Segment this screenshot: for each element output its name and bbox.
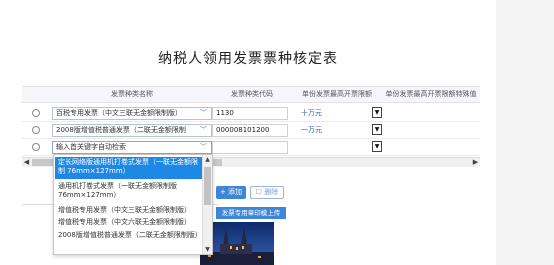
- invoice-type-value: 2008版增值税普通发票（二联无金额限制: [56, 126, 186, 134]
- chevron-down-icon: ﹀: [200, 126, 207, 134]
- scroll-left-icon[interactable]: ◀: [22, 158, 31, 167]
- header-code: 发票种类代码: [231, 90, 273, 98]
- dropdown-option[interactable]: 增值税专用发票（中文三联无金额限制版）: [55, 205, 203, 216]
- chevron-down-icon: ﹀: [200, 143, 207, 151]
- form-page: 纳税人领用发票票种核定表 发票种类名称 发票种类代码 单份发票最高开票限额 单份…: [0, 0, 496, 265]
- page-title: 纳税人领用发票票种核定表: [158, 51, 338, 67]
- add-button[interactable]: + 添加: [216, 186, 246, 199]
- invoice-type-dropdown: 定长网络版通用机打卷式发票（一联无金额限制 76mm×127mm） 通用机打卷式…: [53, 154, 213, 255]
- chevron-down-icon: ﹀: [200, 109, 207, 117]
- invoice-type-search-input[interactable]: 输入首关键字自动检索 ﹀: [52, 141, 212, 154]
- chevron-down-icon[interactable]: ▼: [372, 107, 382, 118]
- table-row: 百税专用发票（中文三联无金额限制版） ﹀ 1130 十万元 ▼: [22, 106, 480, 122]
- scroll-right-icon[interactable]: ▶: [471, 158, 480, 167]
- table-header: 发票种类名称 发票种类代码 单份发票最高开票限额 单份发票最高开票限额特殊值: [22, 87, 480, 103]
- dropdown-option[interactable]: 通用机打卷式发票（一联无金额限制版 76mm×127mm）: [55, 181, 203, 203]
- dropdown-option[interactable]: 2008版增值税普通发票（二联无金额限制版）: [55, 230, 203, 252]
- dropdown-option[interactable]: 定长网络版通用机打卷式发票（一联无金额限制 76mm×127mm）: [55, 157, 203, 179]
- chevron-down-icon[interactable]: ▼: [372, 141, 382, 152]
- delete-button[interactable]: ☐ 删除: [250, 186, 284, 199]
- row-radio[interactable]: [32, 126, 40, 134]
- chevron-down-icon[interactable]: ▼: [372, 124, 382, 135]
- scroll-down-icon[interactable]: ▼: [203, 245, 212, 254]
- dropdown-scroll-thumb[interactable]: [204, 167, 211, 205]
- limit-select[interactable]: 十万元: [298, 107, 368, 120]
- invoice-type-select[interactable]: 百税专用发票（中文三联无金额限制版） ﹀: [52, 107, 212, 120]
- invoice-type-value: 百税专用发票（中文三联无金额限制版）: [56, 109, 182, 117]
- dropdown-option[interactable]: 增值税专用发票（中文六联无金额限制版）: [55, 217, 203, 228]
- invoice-type-select[interactable]: 2008版增值税普通发票（二联无金额限制 ﹀: [52, 124, 212, 137]
- side-gutter: [496, 0, 554, 265]
- invoice-code-field[interactable]: [212, 141, 288, 154]
- invoice-code-field[interactable]: 000008101200: [212, 124, 288, 137]
- seal-upload-button[interactable]: 发票专用章印模上传: [216, 207, 286, 219]
- header-limit-special: 单份发票最高开票限额特殊值: [385, 90, 477, 98]
- header-name: 发票种类名称: [111, 90, 153, 98]
- header-limit: 单份发票最高开票限额: [302, 90, 372, 98]
- row-radio[interactable]: [32, 109, 40, 117]
- header-select-col: [22, 87, 52, 102]
- row-radio[interactable]: [32, 143, 40, 151]
- dropdown-scrollbar[interactable]: ▲ ▼: [202, 155, 212, 254]
- table-row: 2008版增值税普通发票（二联无金额限制 ﹀ 000008101200 一万元 …: [22, 123, 480, 139]
- search-placeholder: 输入首关键字自动检索: [56, 143, 126, 151]
- invoice-type-table: 发票种类名称 发票种类代码 单份发票最高开票限额 单份发票最高开票限额特殊值 百…: [22, 86, 480, 156]
- scroll-up-icon[interactable]: ▲: [203, 155, 212, 164]
- invoice-code-field[interactable]: 1130: [212, 107, 288, 120]
- limit-select[interactable]: 一万元: [298, 124, 368, 137]
